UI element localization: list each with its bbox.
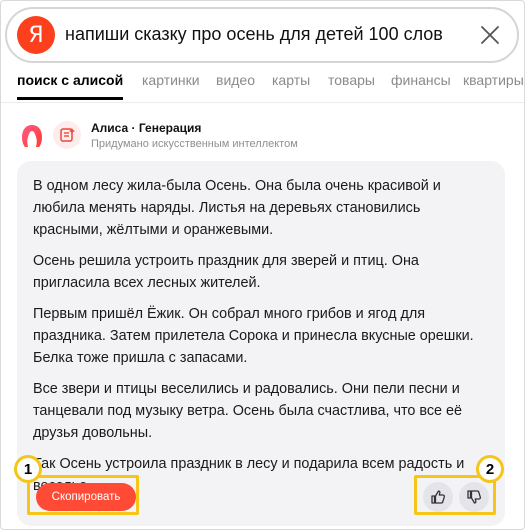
callout-box-1 <box>27 475 139 515</box>
story-paragraph: Все звери и птицы веселились и радовалис… <box>33 381 463 441</box>
tab-maps[interactable]: карты <box>272 72 310 88</box>
search-tabs: поиск с алисой картинки видео карты това… <box>1 63 524 103</box>
answer-subtitle: Придумано искусственным интеллектом <box>91 138 298 150</box>
story-paragraph: В одном лесу жила-была Осень. Она была о… <box>33 178 441 238</box>
story-paragraph: Первым пришёл Ёжик. Он собрал много гриб… <box>33 306 474 366</box>
tab-images[interactable]: картинки <box>142 72 200 88</box>
active-tab-indicator <box>17 97 123 100</box>
page-frame: Я напиши сказку про осень для детей 100 … <box>0 0 525 530</box>
generation-icon <box>53 121 81 149</box>
search-bar[interactable]: Я напиши сказку про осень для детей 100 … <box>5 7 519 63</box>
answer-card: В одном лесу жила-была Осень. Она была о… <box>17 161 505 526</box>
story-text: В одном лесу жила-была Осень. Она была о… <box>33 175 493 506</box>
yandex-logo[interactable]: Я <box>17 16 55 54</box>
clear-icon[interactable] <box>475 20 505 50</box>
tab-alice-search[interactable]: поиск с алисой <box>17 72 123 88</box>
tab-video[interactable]: видео <box>216 72 255 88</box>
search-input[interactable]: напиши сказку про осень для детей 100 сл… <box>65 24 443 45</box>
tab-finance[interactable]: финансы <box>391 72 451 88</box>
callout-badge-1: 1 <box>14 455 42 483</box>
tab-products[interactable]: товары <box>328 72 375 88</box>
tab-apartments[interactable]: квартиры <box>463 72 524 88</box>
story-paragraph: Осень решила устроить праздник для звере… <box>33 253 419 291</box>
alice-icon <box>17 121 47 151</box>
answer-title: Алиса · Генерация <box>91 121 202 135</box>
callout-badge-2: 2 <box>476 455 504 483</box>
